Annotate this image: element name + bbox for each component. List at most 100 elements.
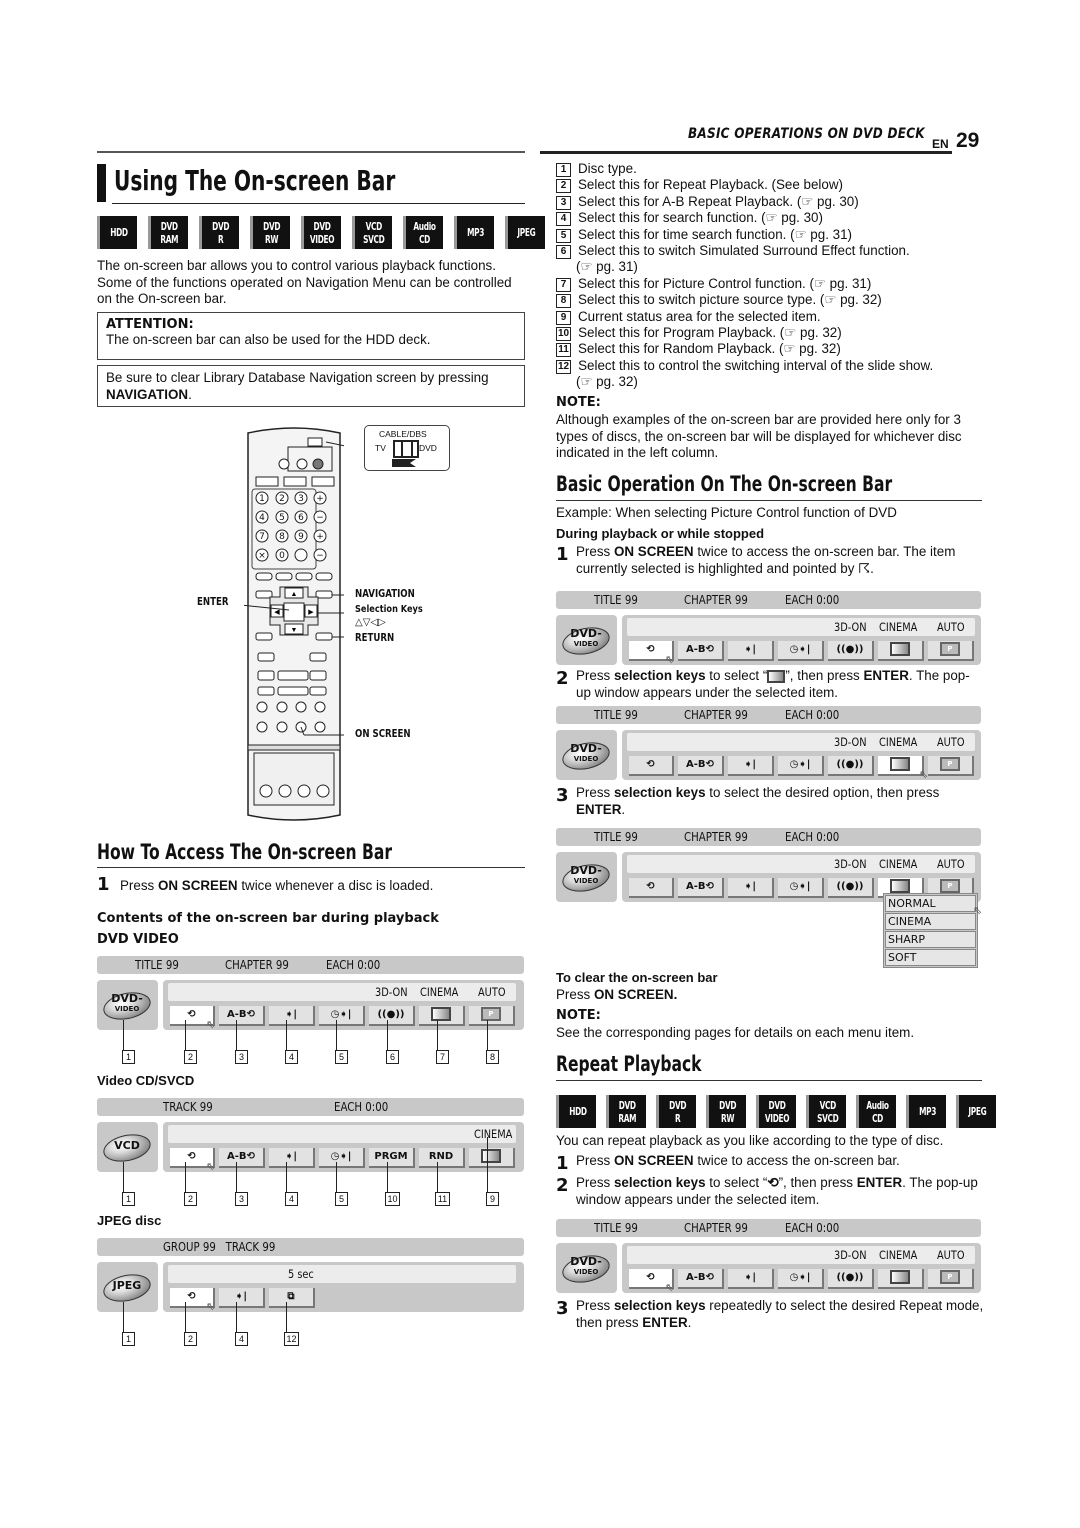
pointer-cursor-icon: ⇖ <box>206 1161 216 1173</box>
ab-repeat-button[interactable]: A-B⟲ <box>678 1269 724 1289</box>
picture-source-button[interactable] <box>469 1148 515 1168</box>
remote-control-drawing: 1 2 3 4 5 6 7 8 9 × 0 + − + − ▲ ▼ ◀ ▶ <box>211 427 365 821</box>
surround-button[interactable]: ((●)) <box>828 641 874 661</box>
time-search-button[interactable]: ◷➧| <box>778 756 824 776</box>
contents-heading: Contents of the on-screen bar during pla… <box>97 911 439 926</box>
note-text: Although examples of the on-screen bar a… <box>556 412 962 460</box>
surround-button[interactable]: ((●)) <box>828 756 874 776</box>
example-text: Example: When selecting Picture Control … <box>556 505 897 520</box>
legend-item: 11 Select this for Random Playback. (☞ pg… <box>556 341 986 358</box>
popup-option-normal[interactable]: NORMAL <box>885 895 976 912</box>
surround-button[interactable]: ((●)) <box>828 1269 874 1289</box>
picture-source-button[interactable]: P <box>928 756 974 776</box>
ab-repeat-button[interactable]: A-B⟲ <box>678 756 724 776</box>
clear-text: Press ON SCREEN. <box>556 987 678 1002</box>
disc-badges: HDD DVD RAM DVD R DVD RW DVD VIDEO VCD SVCD A… <box>97 216 545 249</box>
ab-repeat-button[interactable]: A-B⟲ <box>219 1148 265 1168</box>
badge-mp3: MP3 <box>906 1095 946 1128</box>
intro-text: The on-screen bar allows you to control … <box>97 258 512 306</box>
picture-control-button[interactable] <box>419 1006 465 1026</box>
status-area: CINEMA <box>168 1125 516 1143</box>
picture-control-popup: NORMAL CINEMA SHARP SOFT <box>883 893 978 968</box>
picture-source-button[interactable]: P <box>928 641 974 661</box>
badge-dvd-r: DVD R <box>656 1095 696 1128</box>
onscreen-bar-jpeg: GROUP 99 TRACK 99 JPEG 5 sec ⟲ ➧| ⧉ ⇖ <box>97 1238 524 1316</box>
ab-repeat-button[interactable]: A-B⟲ <box>678 878 724 898</box>
badge-vcd-svcd: VCD SVCD <box>806 1095 846 1128</box>
time-search-button[interactable]: ◷➧| <box>319 1148 365 1168</box>
time-search-button[interactable]: ◷➧| <box>778 878 824 898</box>
picture-source-button[interactable]: P <box>928 1269 974 1289</box>
search-button[interactable]: ➧| <box>219 1288 265 1308</box>
search-button[interactable]: ➧| <box>728 878 774 898</box>
slideshow-interval-button[interactable]: ⧉ <box>269 1288 315 1308</box>
legend-item: 7 Select this for Picture Control functio… <box>556 276 986 292</box>
badge-mp3: MP3 <box>454 216 494 249</box>
svg-text:8: 8 <box>279 532 285 542</box>
switch-label-tv: TV <box>375 443 386 453</box>
svg-text:+: + <box>316 494 324 504</box>
repeat-button[interactable]: ⟲ <box>629 878 674 898</box>
notice-box: Be sure to clear Library Database Naviga… <box>97 365 525 407</box>
repeat-step-3: 3 Press selection keys repeatedly to sel… <box>556 1298 984 1330</box>
search-button[interactable]: ➧| <box>728 1269 774 1289</box>
title-marker <box>97 164 106 202</box>
svg-text:9: 9 <box>298 532 304 542</box>
legend-item: 10 Select this for Program Playback. (☞ p… <box>556 325 842 342</box>
legend-item: 9 Current status area for the selected it… <box>556 309 986 325</box>
repeat-button[interactable]: ⟲ <box>629 756 674 776</box>
pointer-cursor-icon: ⇖ <box>973 905 983 917</box>
time-search-button[interactable]: ◷➧| <box>778 1269 824 1289</box>
ab-repeat-button[interactable]: A-B⟲ <box>219 1006 265 1026</box>
pointer-cursor-icon: ⇖ <box>665 1282 675 1294</box>
surround-button[interactable]: ((●)) <box>369 1006 415 1026</box>
popup-option-sharp[interactable]: SHARP <box>885 931 976 948</box>
svg-text:▲: ▲ <box>291 591 298 598</box>
label-on-screen: ON SCREEN <box>355 728 411 740</box>
picture-control-icon <box>481 1149 501 1163</box>
info-strip: GROUP 99 TRACK 99 <box>97 1238 524 1256</box>
search-button[interactable]: ➧| <box>269 1148 315 1168</box>
onscreen-bar-vcd: TRACK 99 EACH 0:00 VCD CINEMA ⟲ A-B⟲ ➧| … <box>97 1098 524 1176</box>
disc-type-panel: VCD <box>97 1122 158 1172</box>
onscreen-bar-step1: TITLE 99 CHAPTER 99 EACH 0:00 DVD- VIDEO 3D… <box>556 591 981 666</box>
basic-step-3: 3 Press selection keys to select the des… <box>556 785 940 817</box>
picture-control-button[interactable] <box>878 1269 924 1289</box>
surround-button[interactable]: ((●)) <box>828 878 874 898</box>
popup-option-soft[interactable]: SOFT <box>885 949 976 966</box>
picture-source-icon: P <box>481 1007 501 1021</box>
step-number: 1 <box>97 874 110 895</box>
badge-hdd: HDD <box>556 1095 596 1128</box>
attention-heading: ATTENTION: <box>106 317 194 332</box>
random-button[interactable]: RND <box>419 1148 465 1168</box>
svg-text:1: 1 <box>259 494 265 504</box>
section-title-repeat-playback: Repeat Playback <box>556 1052 702 1076</box>
page-title: Using The On-screen Bar <box>114 164 396 197</box>
search-button[interactable]: ➧| <box>728 756 774 776</box>
search-button[interactable]: ➧| <box>728 641 774 661</box>
time-search-button[interactable]: ◷➧| <box>319 1006 365 1026</box>
notice-suffix: . <box>188 386 192 402</box>
notice-bold: NAVIGATION <box>106 386 189 402</box>
picture-control-button[interactable] <box>878 641 924 661</box>
onscreen-bar-repeat: TITLE 99 CHAPTER 99 EACH 0:00 DVD- VIDEO 3D… <box>556 1219 981 1294</box>
badge-audio-cd: Audio CD <box>403 216 443 249</box>
switch-toggle <box>393 440 419 458</box>
repeat-intro: You can repeat playback as you like acco… <box>556 1133 944 1148</box>
search-button[interactable]: ➧| <box>269 1006 315 1026</box>
label-enter: ENTER <box>197 596 229 608</box>
svg-text:4: 4 <box>259 513 265 523</box>
badge-dvd-rw: DVD RW <box>706 1095 746 1128</box>
section-title-basic-operation: Basic Operation On The On-screen Bar <box>556 472 893 496</box>
vcd-label: Video CD/SVCD <box>97 1073 195 1088</box>
badge-dvd-rw: DVD RW <box>250 216 290 249</box>
program-button[interactable]: PRGM <box>369 1148 415 1168</box>
picture-control-button[interactable] <box>878 756 924 776</box>
subhead-playback: During playback or while stopped <box>556 526 765 541</box>
legend-item: 6 Select this to switch Simulated Surroun… <box>556 243 986 260</box>
popup-option-cinema[interactable]: CINEMA <box>885 913 976 930</box>
picture-source-button[interactable]: P <box>469 1006 515 1026</box>
section-rule <box>97 867 525 868</box>
time-search-button[interactable]: ◷➧| <box>778 641 824 661</box>
ab-repeat-button[interactable]: A-B⟲ <box>678 641 724 661</box>
